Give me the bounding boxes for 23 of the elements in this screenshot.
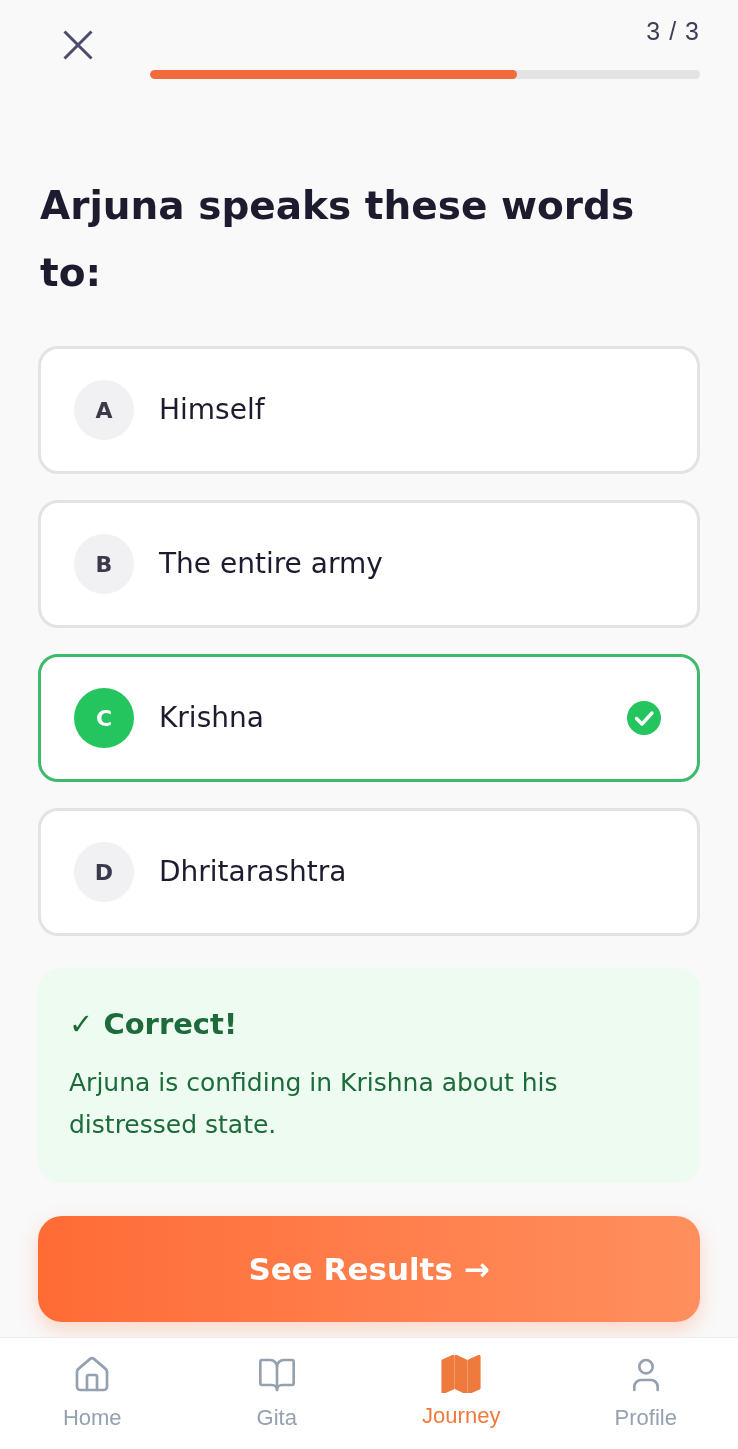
nav-tab[interactable]: Home — [0, 1338, 185, 1449]
option-text: The entire army — [159, 546, 384, 582]
answer-option[interactable]: B The entire army — [38, 500, 700, 628]
feedback-title: ✓ Correct! — [69, 1006, 239, 1042]
option-letter: D — [74, 842, 134, 902]
answer-option[interactable]: A Himself — [38, 346, 700, 474]
option-letter: B — [74, 534, 134, 594]
option-letter: A — [74, 380, 134, 440]
question-counter: 3 / 3 — [646, 16, 700, 46]
option-text: Himself — [159, 392, 266, 428]
close-icon — [63, 30, 93, 60]
option-text: Krishna — [159, 700, 265, 736]
option-text: Dhritarashtra — [159, 854, 348, 890]
feedback-text: Arjuna is confiding in Krishna about his distressed state. — [69, 1067, 559, 1141]
option-letter: C — [74, 688, 134, 748]
nav-tab[interactable]: Gita — [184, 1338, 369, 1449]
answer-option[interactable]: C Krishna — [38, 654, 700, 782]
question-heading: Arjuna speaks these words to: — [39, 182, 636, 297]
nav-tab[interactable]: Journey — [369, 1338, 554, 1449]
results-button[interactable]: See Results → — [38, 1216, 700, 1322]
nav-tab[interactable]: Profile — [553, 1338, 738, 1449]
map-icon — [441, 1355, 482, 1393]
answer-option[interactable]: D Dhritarashtra — [38, 808, 700, 936]
